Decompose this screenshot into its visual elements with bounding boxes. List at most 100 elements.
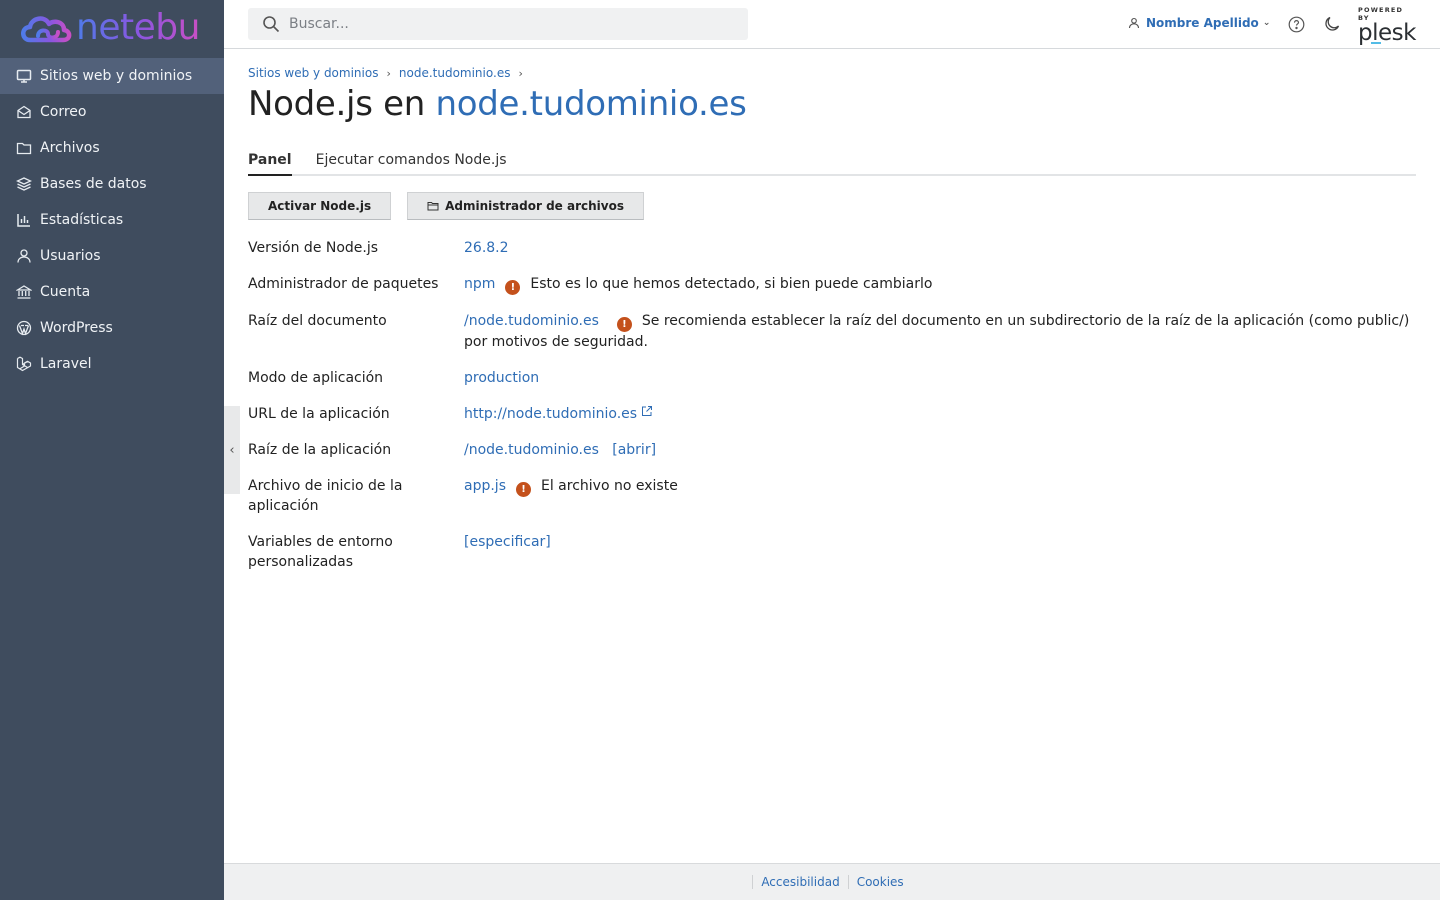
info-value: npm! Esto es lo que hemos detectado, si b…	[464, 274, 1416, 295]
brand-logo[interactable]: netebu	[0, 0, 224, 56]
node-version-link[interactable]: 26.8.2	[464, 240, 509, 256]
user-icon	[1128, 17, 1140, 29]
external-link-icon[interactable]	[641, 405, 653, 417]
info-row-app-mode: Modo de aplicación production	[248, 368, 1416, 388]
sidebar-item-laravel[interactable]: Laravel	[0, 346, 224, 382]
info-value: [especificar]	[464, 532, 1416, 572]
sidebar-item-label: Archivos	[40, 140, 100, 156]
chevron-down-icon: ⌄	[1262, 18, 1271, 28]
sidebar-item-users[interactable]: Usuarios	[0, 238, 224, 274]
info-row-startup-file: Archivo de inicio de la aplicación app.j…	[248, 476, 1416, 516]
moon-icon[interactable]	[1324, 16, 1340, 32]
bank-icon	[16, 284, 32, 300]
search-box[interactable]	[248, 8, 748, 40]
bar-chart-icon	[16, 212, 32, 228]
info-label: URL de la aplicación	[248, 406, 390, 422]
search-icon	[263, 16, 280, 33]
info-value: 26.8.2	[464, 238, 1416, 258]
page-title-prefix: Node.js en	[248, 84, 436, 124]
info-label: Archivo de inicio de la aplicación	[248, 478, 403, 514]
plesk-logo: POWERED BY plesk	[1358, 6, 1418, 46]
sidebar-item-files[interactable]: Archivos	[0, 130, 224, 166]
document-root-link[interactable]: /node.tudominio.es	[464, 313, 599, 329]
sidebar-nav: Sitios web y dominios Correo Archivos Ba…	[0, 58, 224, 382]
page-title-domain-link[interactable]: node.tudominio.es	[436, 84, 747, 124]
warning-icon: !	[616, 317, 632, 332]
user-menu[interactable]: Nombre Apellido ⌄	[1128, 16, 1270, 30]
file-manager-label: Administrador de archivos	[445, 199, 624, 213]
sidebar-item-label: Bases de datos	[40, 176, 147, 192]
sidebar: netebu Sitios web y dominios Correo Arch…	[0, 0, 224, 900]
search-input[interactable]	[289, 16, 729, 32]
info-label: Variables de entorno personalizadas	[248, 534, 393, 570]
info-value: production	[464, 368, 1416, 388]
sidebar-item-label: Laravel	[40, 356, 92, 372]
file-manager-button[interactable]: Administrador de archivos	[407, 192, 644, 220]
sidebar-item-account[interactable]: Cuenta	[0, 274, 224, 310]
mail-icon	[16, 104, 32, 120]
info-value: /node.tudominio.es [abrir]	[464, 440, 1416, 460]
sidebar-item-statistics[interactable]: Estadísticas	[0, 202, 224, 238]
document-root-warning: Se recomienda establecer la raíz del doc…	[464, 313, 1410, 350]
nodejs-info-list: Versión de Node.js 26.8.2 Administrador …	[248, 238, 1416, 572]
monitor-icon	[16, 68, 32, 84]
sidebar-item-mail[interactable]: Correo	[0, 94, 224, 130]
tab-run-commands[interactable]: Ejecutar comandos Node.js	[316, 146, 507, 176]
sidebar-item-label: Correo	[40, 104, 87, 120]
toolbar: Activar Node.js Administrador de archivo…	[248, 192, 1416, 220]
info-label: Administrador de paquetes	[248, 276, 439, 292]
warning-icon: !	[505, 280, 521, 295]
warning-icon: !	[516, 482, 531, 497]
info-row-document-root: Raíz del documento /node.tudominio.es! Se…	[248, 311, 1416, 352]
info-row-env-vars: Variables de entorno personalizadas [esp…	[248, 532, 1416, 572]
package-manager-warning: Esto es lo que hemos detectado, si bien …	[530, 276, 933, 292]
breadcrumb-item-domain[interactable]: node.tudominio.es	[399, 66, 511, 80]
cloud-logo-icon	[21, 16, 72, 43]
footer-link-accessibility[interactable]: Accesibilidad	[752, 875, 847, 889]
sidebar-item-label: Sitios web y dominios	[40, 68, 193, 84]
sidebar-item-wordpress[interactable]: WordPress	[0, 310, 224, 346]
info-row-node-version: Versión de Node.js 26.8.2	[248, 238, 1416, 258]
help-icon[interactable]	[1288, 16, 1305, 33]
info-label: Raíz de la aplicación	[248, 442, 392, 458]
breadcrumb-item-websites[interactable]: Sitios web y dominios	[248, 66, 378, 80]
plesk-wordmark: plesk	[1358, 20, 1416, 46]
sidebar-item-databases[interactable]: Bases de datos	[0, 166, 224, 202]
open-app-root-link[interactable]: [abrir]	[612, 442, 656, 458]
sidebar-item-label: Cuenta	[40, 284, 91, 300]
startup-file-warning: El archivo no existe	[541, 478, 678, 494]
app-url-link[interactable]: http://node.tudominio.es	[464, 406, 637, 422]
footer: Accesibilidad Cookies	[224, 863, 1440, 900]
tab-panel[interactable]: Panel	[248, 146, 292, 176]
chevron-left-icon: ‹	[229, 442, 235, 458]
info-value: http://node.tudominio.es	[464, 404, 1416, 424]
specify-env-vars-link[interactable]: [especificar]	[464, 534, 551, 550]
sidebar-item-label: Usuarios	[40, 248, 101, 264]
app-mode-link[interactable]: production	[464, 370, 539, 386]
user-name: Nombre Apellido	[1146, 16, 1259, 30]
wordpress-icon	[16, 320, 32, 336]
package-manager-link[interactable]: npm	[464, 276, 495, 292]
info-label: Versión de Node.js	[248, 240, 379, 256]
sidebar-item-label: WordPress	[40, 320, 113, 336]
folder-icon	[16, 140, 32, 156]
sidebar-item-websites[interactable]: Sitios web y dominios	[0, 58, 224, 94]
user-icon	[16, 248, 32, 264]
activate-nodejs-button[interactable]: Activar Node.js	[248, 192, 392, 220]
sidebar-collapse-handle[interactable]: ‹	[224, 406, 240, 494]
sidebar-item-label: Estadísticas	[40, 212, 124, 228]
activate-nodejs-label: Activar Node.js	[268, 199, 372, 213]
app-root-link[interactable]: /node.tudominio.es	[464, 442, 599, 458]
database-icon	[16, 176, 32, 192]
info-row-app-root: Raíz de la aplicación /node.tudominio.es…	[248, 440, 1416, 460]
info-row-package-manager: Administrador de paquetes npm! Esto es lo…	[248, 274, 1416, 295]
laravel-icon	[16, 356, 32, 372]
info-label: Raíz del documento	[248, 313, 387, 329]
info-row-app-url: URL de la aplicación http://node.tudomin…	[248, 404, 1416, 424]
breadcrumb: Sitios web y dominios › node.tudominio.e…	[248, 65, 1416, 81]
tab-bar: Panel Ejecutar comandos Node.js	[248, 146, 1416, 176]
footer-link-cookies[interactable]: Cookies	[847, 875, 912, 889]
startup-file-link[interactable]: app.js	[464, 478, 506, 494]
page-title: Node.js en node.tudominio.es	[248, 83, 1416, 125]
info-value: app.js! El archivo no existe	[464, 476, 1416, 516]
